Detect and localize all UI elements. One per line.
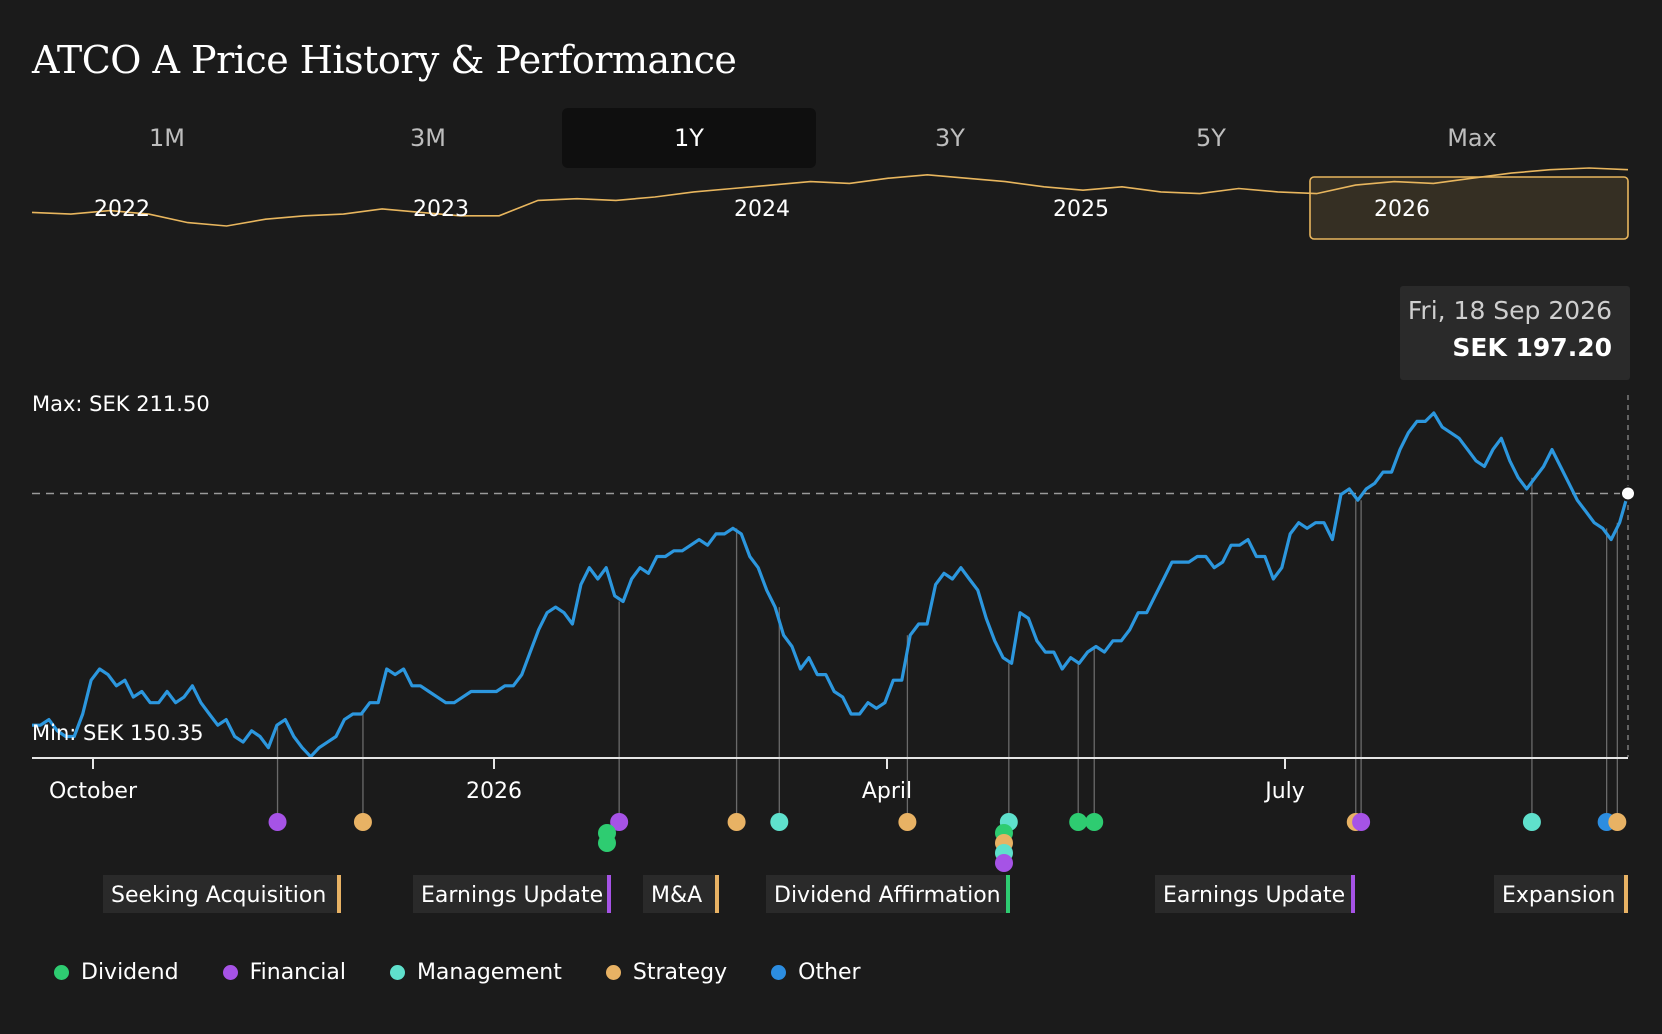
x-tick-label: July	[1263, 779, 1305, 804]
legend-dot	[222, 965, 238, 980]
legend-dot	[389, 965, 405, 980]
navigator-year-label: 2022	[94, 197, 150, 222]
x-tick-label: April	[862, 779, 912, 804]
event-marker	[1352, 813, 1371, 831]
event-label-text: Expansion	[1502, 883, 1615, 908]
event-marker	[1069, 813, 1088, 831]
legend-dot	[605, 965, 621, 980]
event-category-bar	[715, 875, 719, 913]
legend-dot	[771, 965, 787, 980]
event-marker	[1085, 813, 1104, 831]
event-label: Dividend Affirmation	[766, 875, 1010, 913]
event-category-bar	[1624, 875, 1628, 913]
event-label: Seeking Acquisition	[103, 875, 341, 913]
tooltip-price: SEK 197.20	[1452, 333, 1612, 362]
price-tooltip: Fri, 18 Sep 2026 SEK 197.20	[1400, 286, 1630, 380]
event-label-text: M&A	[651, 883, 702, 908]
event-marker	[353, 813, 372, 831]
legend-label: Dividend	[81, 960, 179, 985]
event-label: Earnings Update	[413, 875, 611, 913]
legend-item-management[interactable]: Management	[389, 960, 562, 985]
event-marker	[1522, 813, 1541, 831]
event-label-text: Earnings Update	[421, 883, 603, 908]
legend-label: Management	[416, 960, 562, 985]
event-label: M&A	[643, 875, 719, 913]
event-marker	[598, 834, 616, 852]
event-marker	[898, 813, 917, 831]
tooltip-date: Fri, 18 Sep 2026	[1407, 296, 1612, 325]
event-category-bar	[337, 875, 341, 913]
event-category-bar	[607, 875, 611, 913]
event-marker	[995, 854, 1013, 872]
price-series-line	[32, 411, 1630, 759]
event-category-bar	[1006, 875, 1010, 913]
event-label-text: Earnings Update	[1163, 883, 1345, 908]
event-marker	[727, 813, 746, 831]
legend-item-strategy[interactable]: Strategy	[605, 960, 728, 985]
navigator-year-label: 2025	[1053, 197, 1109, 222]
legend-item-other[interactable]: Other	[771, 960, 861, 985]
event-marker	[1608, 813, 1627, 831]
navigator-year-label: 2023	[413, 197, 469, 222]
event-label: Expansion	[1494, 875, 1628, 913]
min-price-label: Min: SEK 150.35	[32, 721, 204, 745]
event-label: Earnings Update	[1155, 875, 1355, 913]
navigator-year-label: 2024	[734, 197, 790, 222]
event-label-text: Seeking Acquisition	[111, 883, 326, 908]
legend-item-dividend[interactable]: Dividend	[54, 960, 179, 985]
current-price-marker	[1620, 485, 1636, 502]
legend-item-financial[interactable]: Financial	[222, 960, 346, 985]
price-chart: October 2026 April July Seeking Acquisition E…	[31, 167, 1636, 913]
legend-dot	[54, 965, 69, 980]
event-category-bar	[1351, 875, 1355, 913]
max-price-label: Max: SEK 211.50	[32, 392, 210, 416]
legend: Dividend Financial Management Strategy Other	[54, 960, 905, 985]
x-tick-label: 2026	[466, 779, 522, 804]
navigator-year-label: 2026	[1374, 197, 1430, 222]
legend-label: Financial	[249, 960, 346, 985]
navigator-selection	[1309, 176, 1629, 240]
legend-label: Strategy	[632, 960, 728, 985]
x-tick-label: October	[49, 779, 138, 804]
event-marker	[268, 813, 287, 831]
event-marker	[770, 813, 789, 831]
legend-label: Other	[798, 960, 861, 985]
event-label-text: Dividend Affirmation	[774, 883, 1001, 908]
